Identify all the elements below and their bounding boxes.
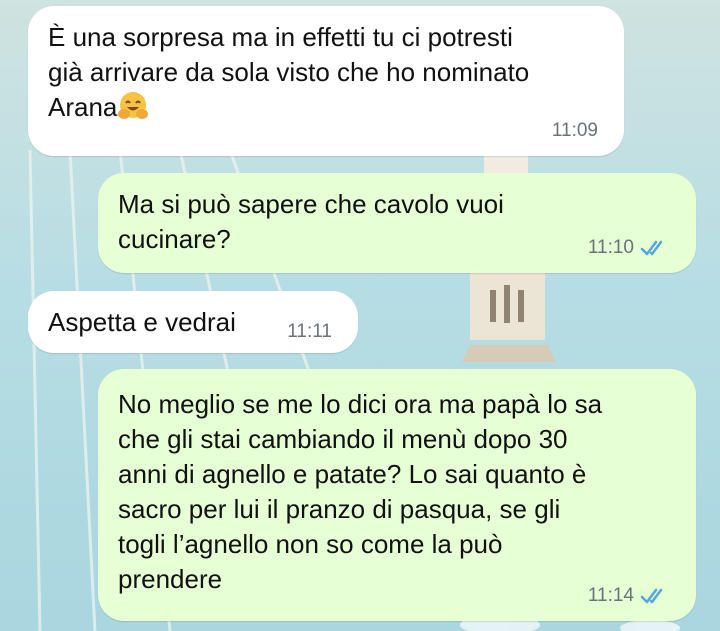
message-meta: 11:10: [588, 237, 670, 259]
message-timestamp: 11:10: [587, 237, 634, 258]
message-meta: 11:11: [287, 321, 332, 343]
read-receipt-double-check-icon: [640, 588, 663, 604]
message-timestamp: 11:14: [587, 585, 634, 606]
message-meta: 11:14: [588, 585, 670, 607]
chat-conversation[interactable]: È una sorpresa ma in effetti tu ci potre…: [0, 0, 720, 631]
message-timestamp: 11:11: [287, 321, 332, 342]
incoming-message-bubble[interactable]: Aspetta e vedrai 11:11: [28, 291, 358, 353]
message-text: Aspetta e vedrai: [48, 307, 236, 337]
message-timestamp: 11:09: [551, 120, 598, 141]
incoming-message-bubble[interactable]: È una sorpresa ma in effetti tu ci potre…: [28, 6, 624, 156]
outgoing-message-bubble[interactable]: No meglio se me lo dici ora ma papà lo s…: [98, 369, 696, 621]
message-text: No meglio se me lo dici ora ma papà lo s…: [118, 389, 603, 594]
outgoing-message-bubble[interactable]: Ma si può sapere che cavolo vuoi cucinar…: [98, 173, 696, 273]
hugging-face-emoji-icon: [118, 92, 149, 119]
message-text: Ma si può sapere che cavolo vuoi cucinar…: [118, 189, 504, 254]
message-meta: 11:09: [552, 120, 598, 142]
read-receipt-double-check-icon: [640, 240, 663, 256]
